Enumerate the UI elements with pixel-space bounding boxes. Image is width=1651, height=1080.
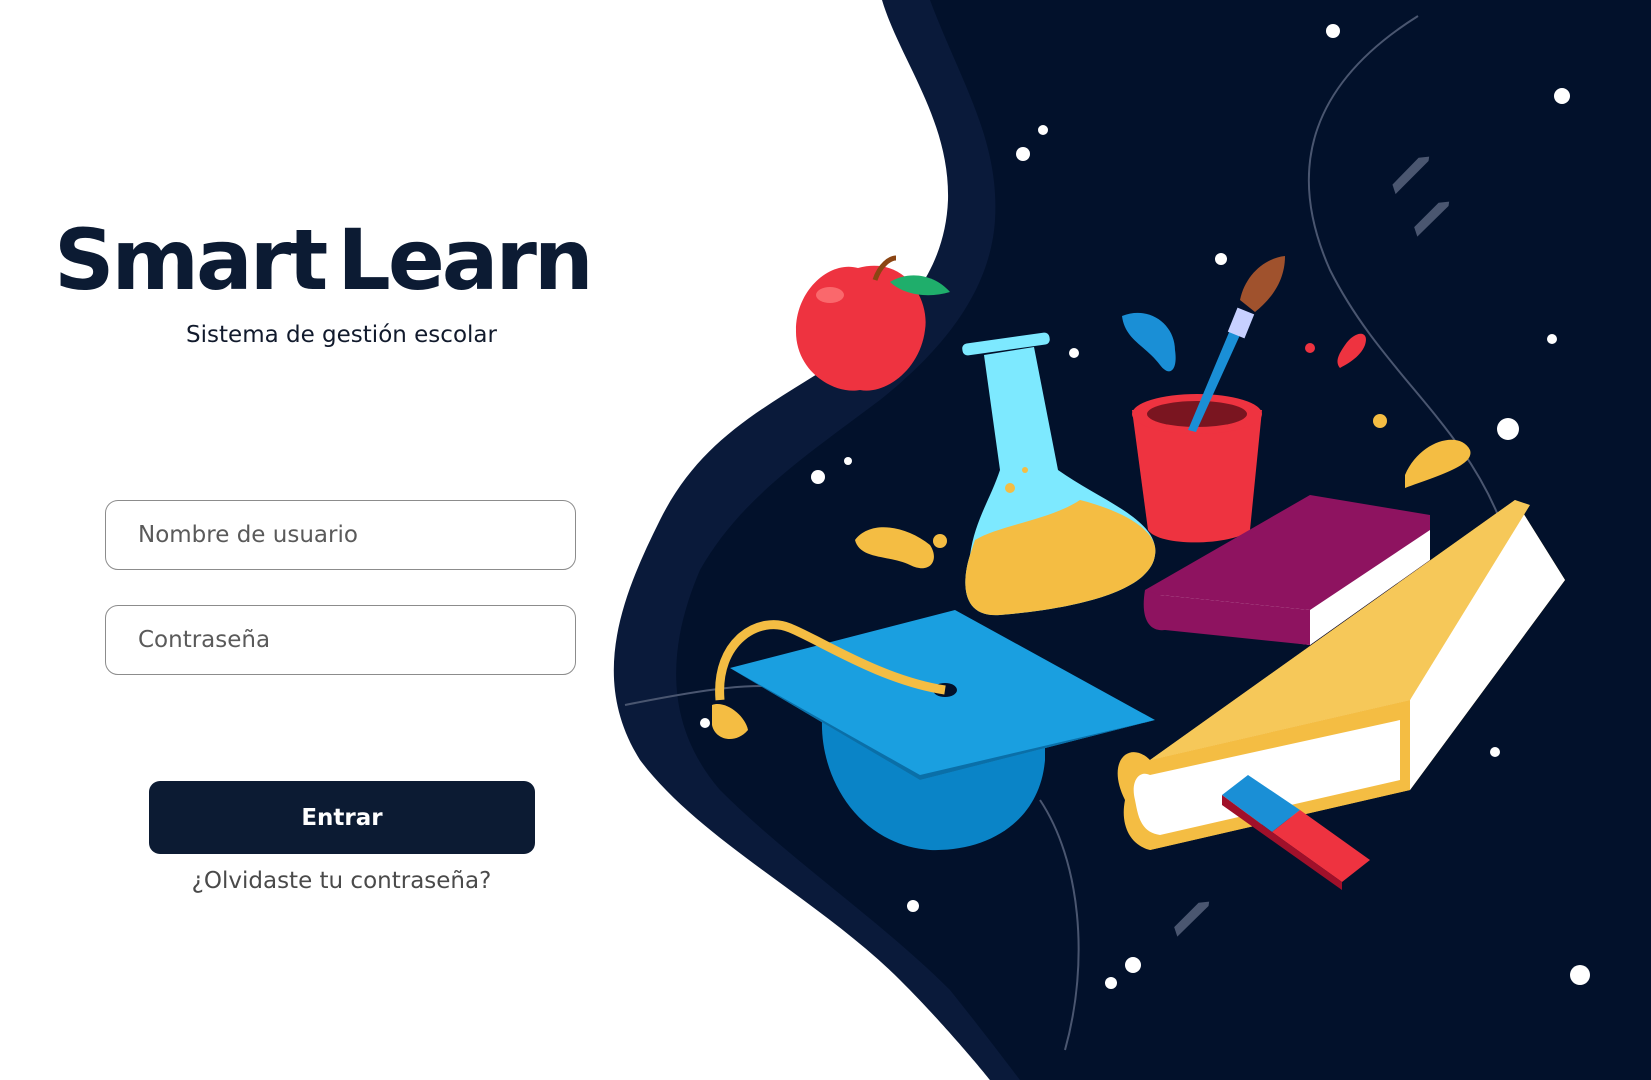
forgot-password-link[interactable]: ¿Olvidaste tu contraseña?	[0, 868, 683, 894]
brand-name-part1: Smart	[54, 211, 328, 309]
login-panel: SmartLearn Sistema de gestión escolar En…	[0, 0, 700, 1080]
brand-logo: Smart Learn	[54, 218, 654, 302]
login-button[interactable]: Entrar	[149, 781, 535, 854]
password-input[interactable]	[106, 606, 575, 674]
username-field	[105, 500, 576, 570]
brand-name-part2: Learn	[337, 211, 593, 309]
password-field	[105, 605, 576, 675]
username-input[interactable]	[106, 501, 575, 569]
brand-subtitle: Sistema de gestión escolar	[186, 322, 497, 348]
